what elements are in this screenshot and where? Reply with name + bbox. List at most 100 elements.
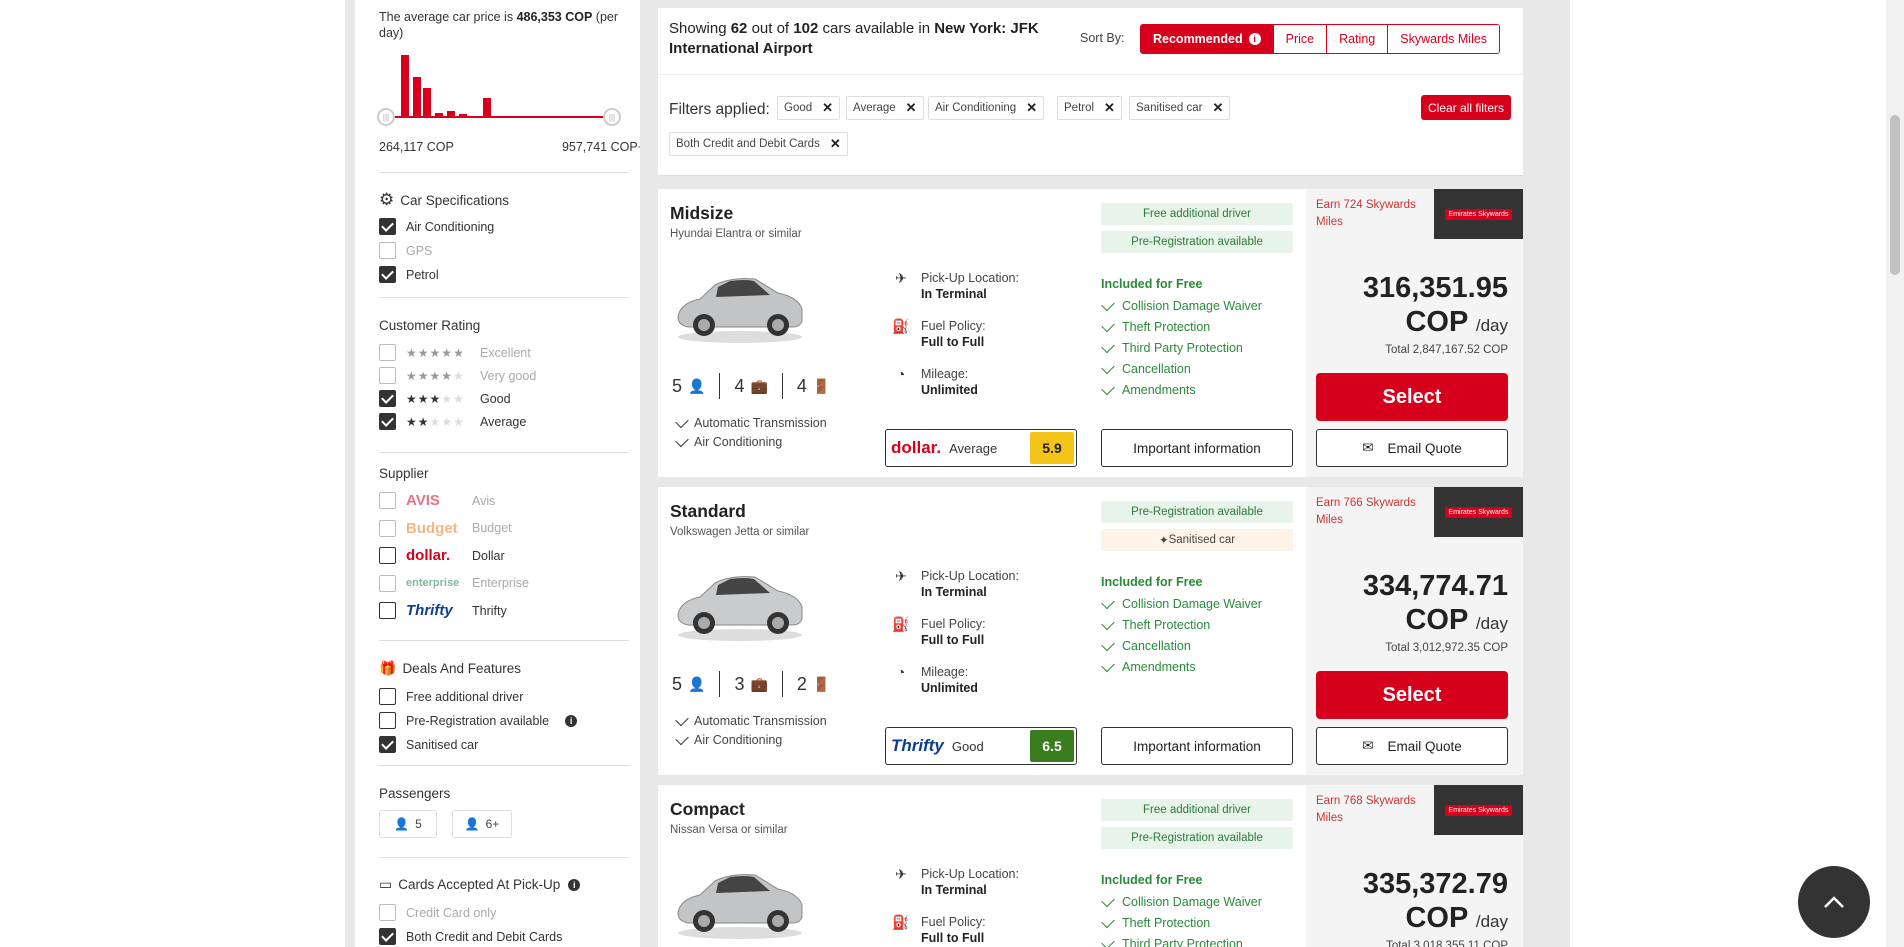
checkbox[interactable] [379,218,396,235]
supplier-rating[interactable]: Thrifty Good 6.5 [885,727,1077,765]
divider [379,297,629,298]
checkbox[interactable] [379,344,396,361]
filter-option[interactable]: Both Credit and Debit Cards [379,928,562,945]
important-information-button[interactable]: Important information [1101,429,1293,467]
email-quote-button[interactable]: ✉ Email Quote [1316,727,1508,765]
included-item-label: Amendments [1122,383,1196,397]
sort-option-label: Rating [1339,32,1376,46]
price-amount: 334,774.71 [1362,570,1508,602]
sort-option-skywards-miles[interactable]: Skywards Miles [1387,25,1500,53]
close-icon[interactable]: ✕ [822,100,833,116]
filter-option[interactable]: ★★★★★ Excellent [379,344,531,361]
filter-option[interactable]: Sanitised car [379,736,478,753]
histogram-bar [459,114,467,118]
credit-card-icon: ▭ [379,876,393,892]
info-icon[interactable]: i [568,878,581,891]
included-item: Collision Damage Waiver [1101,297,1262,313]
info-icon[interactable]: i [565,714,578,727]
supplier-logo: AVIS [406,492,440,509]
checkbox[interactable] [379,390,396,407]
checkbox[interactable] [379,712,396,729]
checkmark-icon [675,433,689,447]
checkmark-icon [1101,360,1115,374]
filter-option[interactable]: Air Conditioning [379,218,494,235]
filter-option[interactable]: ★★★★★ Very good [379,367,536,384]
fuel-icon: ⛽ [892,615,910,632]
checkbox[interactable] [379,413,396,430]
filter-chip[interactable]: Good ✕ [777,96,841,120]
filter-option[interactable]: Free additional driver [379,688,523,705]
checkbox[interactable] [379,492,396,509]
car-model: Nissan Versa or similar [670,824,788,836]
select-button[interactable]: Select [1316,373,1508,421]
pickup-value: In Terminal [921,883,987,897]
checkbox[interactable] [379,688,396,705]
filter-option[interactable]: Credit Card only [379,904,496,921]
filter-option[interactable]: dollar. Dollar [379,547,505,564]
skywards-logo-text: Emirates Skywards [1444,506,1513,518]
filter-option[interactable]: AVIS Avis [379,492,495,509]
supplier-logo: Thrifty [406,602,453,619]
fuel-value: Full to Full [921,335,985,349]
info-icon[interactable]: i [1248,33,1261,45]
filter-chip[interactable]: Petrol ✕ [1057,96,1122,120]
supplier-rating[interactable]: dollar. Average 5.9 [885,429,1077,467]
select-button[interactable]: Select [1316,671,1508,719]
checkmark-icon [1101,595,1115,609]
checkbox[interactable] [379,928,396,945]
car-image [670,259,810,349]
close-icon[interactable]: ✕ [1026,100,1037,116]
car-image [670,557,810,647]
mileage-value: Unlimited [921,383,978,397]
filter-option[interactable]: enterprise Enterprise [379,574,529,592]
car-result-card: Midsize Hyundai Elantra or similar 5 👤 4 💼 4 🚪 A… [658,189,1523,477]
included-item: Third Party Protection [1101,935,1243,947]
filter-option[interactable]: Thrifty Thrifty [379,602,507,619]
scrollbar-thumb[interactable] [1890,115,1900,275]
important-information-button[interactable]: Important information [1101,727,1293,765]
deal-badge: Pre-Registration available [1101,501,1293,523]
back-to-top-button[interactable] [1798,866,1870,938]
filter-chip[interactable]: Sanitised car ✕ [1129,96,1231,120]
car-feature-label: Automatic Transmission [694,416,827,430]
deal-badge: Free additional driver [1101,203,1293,225]
filter-option[interactable]: GPS [379,242,432,259]
clear-all-filters-button[interactable]: Clear all filters [1421,95,1512,120]
sort-option-price[interactable]: Price [1272,25,1327,53]
email-quote-button[interactable]: ✉ Email Quote [1316,429,1508,467]
skywards-logo: Emirates Skywards [1434,487,1523,537]
checkbox[interactable] [379,574,396,592]
range-max-handle[interactable]: ||| [603,108,621,126]
filter-chip[interactable]: Both Credit and Debit Cards ✕ [669,132,848,156]
filter-option[interactable]: ★★★★★ Average [379,413,526,430]
divider [379,640,629,641]
filter-chip[interactable]: Average ✕ [846,96,924,120]
filter-option[interactable]: Petrol [379,266,439,283]
checkbox[interactable] [379,519,396,537]
checkbox[interactable] [379,266,396,283]
checkbox[interactable] [379,736,396,753]
close-icon[interactable]: ✕ [1104,100,1115,116]
per-day-label: /day [1475,614,1508,633]
checkbox[interactable] [379,547,396,564]
checkbox[interactable] [379,367,396,384]
filter-option[interactable]: Budget Budget [379,519,512,537]
close-icon[interactable]: ✕ [1212,100,1223,116]
checkbox[interactable] [379,602,396,619]
sort-option-recommended[interactable]: Recommended i [1141,25,1273,53]
checkbox[interactable] [379,242,396,259]
passengers-5-button[interactable]: 👤 5 [379,810,437,838]
close-icon[interactable]: ✕ [906,100,917,116]
filter-option[interactable]: ★★★★★ Good [379,390,511,407]
pickup-info: ✈ Pick-Up Location: In Terminal [893,270,1019,303]
filter-chip[interactable]: Air Conditioning ✕ [928,96,1045,120]
sort-option-rating[interactable]: Rating [1326,25,1388,53]
passengers-6plus-button[interactable]: 👤 6+ [452,810,512,838]
filter-option-label: Credit Card only [406,905,497,920]
per-day-label: /day [1475,912,1508,931]
checkbox[interactable] [379,904,396,921]
filter-option[interactable]: Pre-Registration available i [379,712,578,729]
supplier-logo: Budget [406,519,458,537]
close-icon[interactable]: ✕ [830,136,841,152]
range-min-handle[interactable]: ||| [377,108,395,126]
